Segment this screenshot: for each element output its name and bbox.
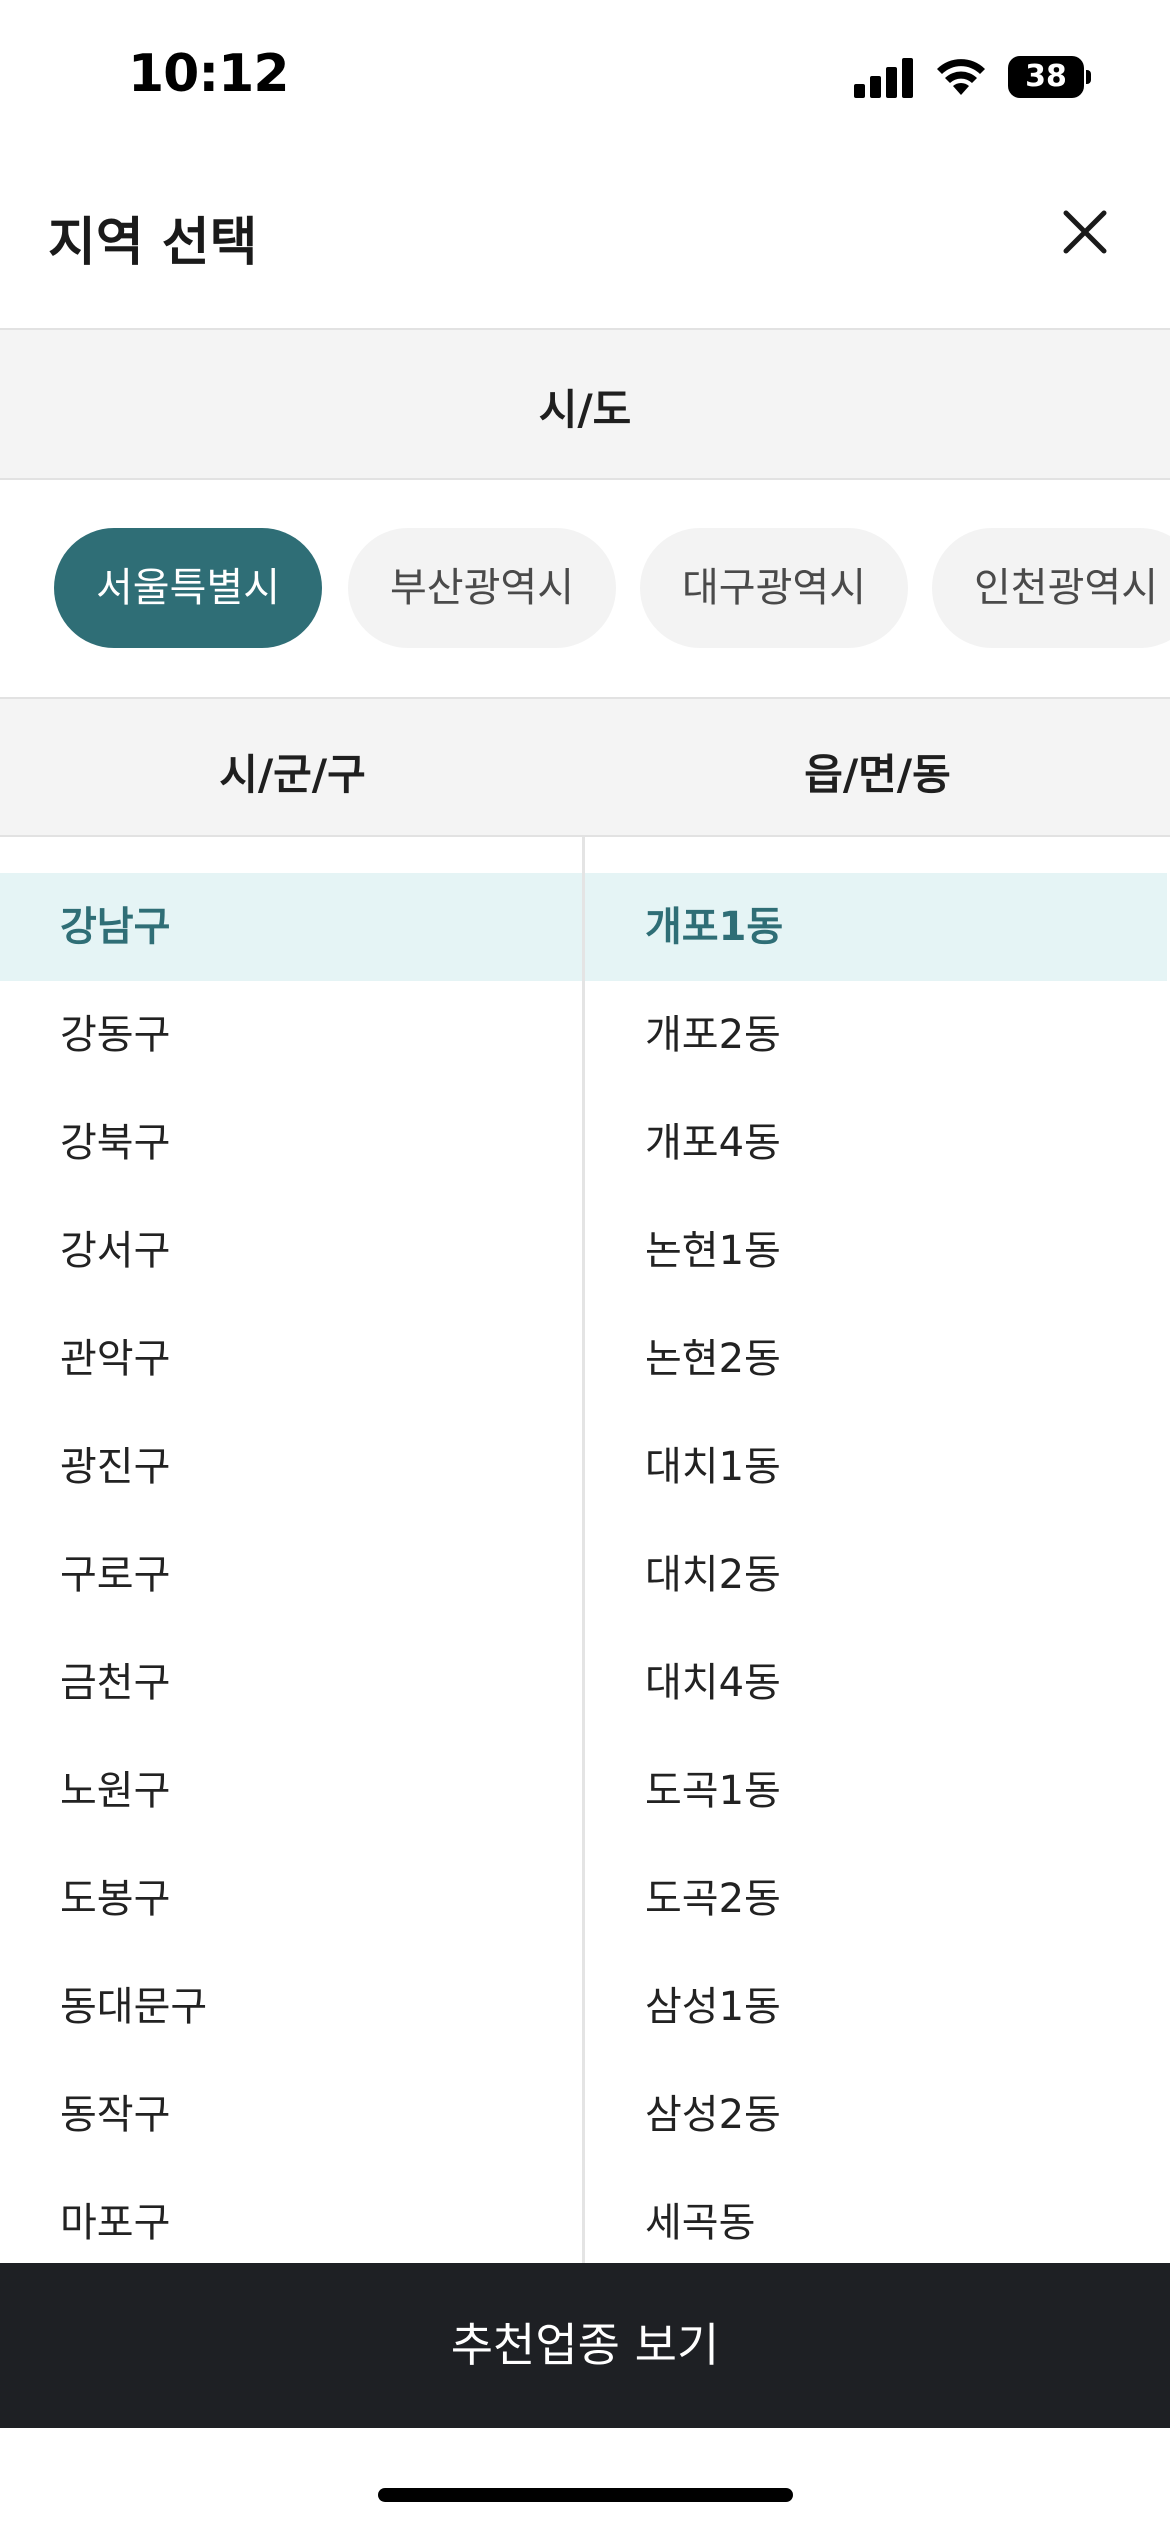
- modal-header: 지역 선택: [0, 180, 1170, 330]
- status-bar: 10:12 38: [0, 0, 1170, 150]
- list-item[interactable]: 도곡2동: [585, 1845, 1167, 1953]
- recommend-business-button[interactable]: 추천업종 보기: [0, 2263, 1170, 2428]
- list-item[interactable]: 도곡1동: [585, 1737, 1167, 1845]
- sido-section-header: 시/도: [0, 328, 1170, 480]
- sido-chip-list: 서울특별시 부산광역시 대구광역시 인천광역시: [0, 480, 1170, 698]
- list-item[interactable]: 강동구: [0, 981, 582, 1089]
- cellular-signal-icon: [854, 58, 913, 98]
- list-item[interactable]: 논현1동: [585, 1197, 1167, 1305]
- list-item[interactable]: 세곡동: [585, 2169, 1167, 2263]
- list-item[interactable]: 광진구: [0, 1413, 582, 1521]
- home-indicator[interactable]: [378, 2488, 793, 2502]
- list-item[interactable]: 논현2동: [585, 1305, 1167, 1413]
- sigungu-list[interactable]: 강남구 강동구 강북구 강서구 관악구 광진구 구로구 금천구 노원구 도봉구 …: [0, 873, 582, 2263]
- battery-icon: 38: [1008, 56, 1092, 98]
- list-item[interactable]: 노원구: [0, 1737, 582, 1845]
- eupmyeondong-heading: 읍/면/동: [804, 750, 951, 799]
- chip-daegu[interactable]: 대구광역시: [640, 528, 908, 648]
- list-item[interactable]: 도봉구: [0, 1845, 582, 1953]
- list-item[interactable]: 삼성2동: [585, 2061, 1167, 2169]
- list-item[interactable]: 강북구: [0, 1089, 582, 1197]
- list-item[interactable]: 동대문구: [0, 1953, 582, 2061]
- district-lists: 강남구 강동구 강북구 강서구 관악구 광진구 구로구 금천구 노원구 도봉구 …: [0, 837, 1170, 2263]
- list-item[interactable]: 동작구: [0, 2061, 582, 2169]
- list-item[interactable]: 대치4동: [585, 1629, 1167, 1737]
- district-section-header: 시/군/구 읍/면/동: [0, 697, 1170, 837]
- list-item[interactable]: 마포구: [0, 2169, 582, 2263]
- close-icon[interactable]: [1060, 207, 1110, 257]
- list-item[interactable]: 개포2동: [585, 981, 1167, 1089]
- page-title: 지역 선택: [48, 213, 258, 273]
- list-item[interactable]: 대치2동: [585, 1521, 1167, 1629]
- list-item[interactable]: 삼성1동: [585, 1953, 1167, 2061]
- list-item[interactable]: 관악구: [0, 1305, 582, 1413]
- chip-incheon[interactable]: 인천광역시: [932, 528, 1170, 648]
- list-item[interactable]: 개포1동: [585, 873, 1167, 981]
- status-time: 10:12: [128, 44, 290, 104]
- eupmyeondong-list[interactable]: 개포1동 개포2동 개포4동 논현1동 논현2동 대치1동 대치2동 대치4동 …: [585, 873, 1167, 2263]
- chip-busan[interactable]: 부산광역시: [348, 528, 616, 648]
- list-item[interactable]: 구로구: [0, 1521, 582, 1629]
- list-item[interactable]: 강남구: [0, 873, 582, 981]
- sido-heading: 시/도: [538, 385, 632, 434]
- battery-level: 38: [1008, 56, 1084, 98]
- list-item[interactable]: 강서구: [0, 1197, 582, 1305]
- sigungu-heading: 시/군/구: [219, 750, 366, 799]
- wifi-icon: [937, 59, 985, 95]
- list-item[interactable]: 개포4동: [585, 1089, 1167, 1197]
- list-item[interactable]: 금천구: [0, 1629, 582, 1737]
- list-item[interactable]: 대치1동: [585, 1413, 1167, 1521]
- chip-seoul[interactable]: 서울특별시: [54, 528, 322, 648]
